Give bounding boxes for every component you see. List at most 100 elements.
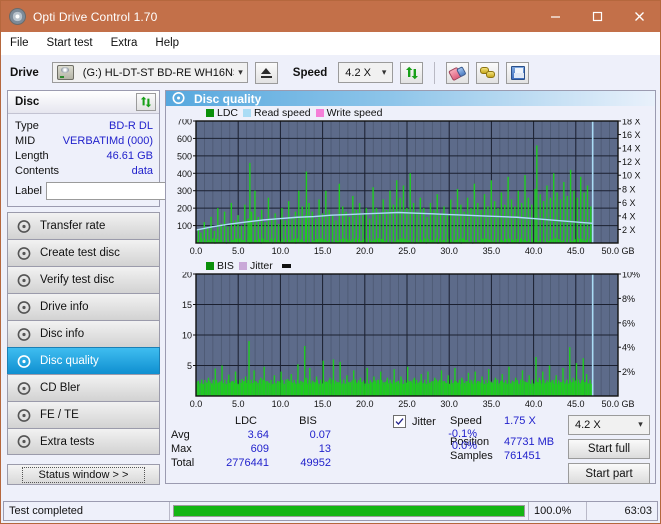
disc-icon xyxy=(17,434,32,449)
legend-swatch xyxy=(206,261,214,270)
legend-swatch xyxy=(243,108,252,117)
refresh-icon xyxy=(405,66,419,80)
sidebar-item-fe-te[interactable]: FE / TE xyxy=(7,401,160,428)
sidebar-item-verify-test-disc[interactable]: Verify test disc xyxy=(7,266,160,293)
start-part-button[interactable]: Start part xyxy=(568,463,650,484)
disc-panel-title: Disc xyxy=(15,96,40,108)
stats-ldc-avg: 3.64 xyxy=(247,429,269,441)
svg-text:10.0: 10.0 xyxy=(272,246,290,256)
minimize-icon[interactable] xyxy=(534,1,576,32)
speed-select[interactable]: 4.2 X ▾ xyxy=(338,62,394,83)
legend-item-read-speed: Read speed xyxy=(243,107,311,119)
test-controls: 4.2 X ▾ Start full Start part xyxy=(568,415,650,484)
samples-readout-value: 761451 xyxy=(504,450,541,462)
svg-text:10.0: 10.0 xyxy=(272,399,290,409)
svg-text:25.0: 25.0 xyxy=(398,246,416,256)
svg-text:8%: 8% xyxy=(622,294,635,304)
test-speed-value: 4.2 X xyxy=(575,418,601,431)
stats-header-bis: BIS xyxy=(299,415,317,427)
disc-info-rows: Type BD-R DL MID VERBATIMd (000) Length … xyxy=(8,114,250,206)
disc-icon xyxy=(17,246,32,261)
maximize-icon[interactable] xyxy=(576,1,618,32)
sidebar-item-create-test-disc[interactable]: Create test disc xyxy=(7,239,160,266)
svg-text:4 X: 4 X xyxy=(622,211,636,221)
sidebar-item-label: Create test disc xyxy=(40,247,120,259)
status-bar: Test completed 100.0% 63:03 xyxy=(3,501,658,521)
svg-text:45.0: 45.0 xyxy=(567,246,585,256)
svg-text:50.0 GB: 50.0 GB xyxy=(601,399,634,409)
svg-text:20: 20 xyxy=(182,272,192,280)
eject-icon xyxy=(260,67,272,78)
test-speed-select[interactable]: 4.2 X ▾ xyxy=(568,415,650,435)
tools-button[interactable] xyxy=(476,61,500,84)
sidebar-nav: Transfer rate Create test disc Verify te… xyxy=(7,212,161,455)
svg-text:8 X: 8 X xyxy=(622,184,636,194)
legend-label: LDC xyxy=(217,106,239,119)
svg-text:0.0: 0.0 xyxy=(190,246,203,256)
disc-row-value: data xyxy=(131,164,153,177)
svg-text:2%: 2% xyxy=(622,367,635,377)
content-header: Disc quality xyxy=(166,91,655,106)
speed-select-value: 4.2 X xyxy=(345,66,371,79)
sidebar-item-disc-info[interactable]: Disc info xyxy=(7,320,160,347)
drive-select[interactable]: (G:) HL-DT-ST BD-RE WH16NS48 1.D3 ▾ xyxy=(51,62,248,83)
legend-item-jitter: Jitter xyxy=(238,260,273,272)
chart-ldc[interactable]: 100 200 300 400 500 600 700 2 X 4 X 6 X 8 X 10 X 12 … xyxy=(166,119,655,259)
speed-readout-value: 1.75 X xyxy=(504,415,536,427)
menu-file[interactable]: File xyxy=(10,37,29,49)
progress-fill xyxy=(174,506,524,516)
svg-text:16 X: 16 X xyxy=(622,130,641,140)
status-window-label: Status window > > xyxy=(21,466,146,483)
sidebar-item-extra-tests[interactable]: Extra tests xyxy=(7,428,160,455)
disc-row-key: Contents xyxy=(15,164,60,177)
menu-extra[interactable]: Extra xyxy=(111,37,138,49)
sidebar-item-transfer-rate[interactable]: Transfer rate xyxy=(7,212,160,239)
sidebar-item-label: Transfer rate xyxy=(40,220,106,232)
disc-row-value: VERBATIMd (000) xyxy=(62,134,153,147)
chart-legend-top: LDC Read speed Write speed xyxy=(166,106,655,119)
jitter-avg: -0.1% xyxy=(448,428,477,440)
svg-text:15: 15 xyxy=(182,300,192,310)
stats-grid: LDC BIS Avg 3.64 0.07 Max 609 13 Total 2… xyxy=(171,415,401,469)
jitter-column: Jitter -0.1% 0.0% xyxy=(393,415,481,452)
jitter-checkbox[interactable] xyxy=(393,415,406,428)
svg-text:20.0: 20.0 xyxy=(356,399,374,409)
close-icon[interactable] xyxy=(618,1,660,32)
svg-text:30.0: 30.0 xyxy=(440,246,458,256)
svg-text:14 X: 14 X xyxy=(622,144,641,154)
disc-label-row: Label xyxy=(15,181,250,201)
sidebar-item-disc-quality[interactable]: Disc quality xyxy=(7,347,160,374)
refresh-button[interactable] xyxy=(400,61,424,84)
start-full-button[interactable]: Start full xyxy=(568,438,650,460)
stats-row-key: Total xyxy=(171,457,195,469)
disc-refresh-button[interactable] xyxy=(136,93,156,111)
eject-button[interactable] xyxy=(254,61,278,84)
status-message: Test completed xyxy=(4,502,170,520)
disc-row-value: 46.61 GB xyxy=(106,149,153,162)
stats-table: LDC BIS Avg 3.64 0.07 Max 609 13 Total 2… xyxy=(171,415,477,484)
menu-start-test[interactable]: Start test xyxy=(47,37,93,49)
save-button[interactable] xyxy=(506,61,530,84)
refresh-icon xyxy=(140,96,152,108)
svg-text:2 X: 2 X xyxy=(622,225,636,235)
legend-swatch xyxy=(315,108,324,117)
erase-button[interactable] xyxy=(446,61,470,84)
sidebar-item-label: Verify test disc xyxy=(40,274,115,286)
status-window-button[interactable]: Status window > > xyxy=(7,464,160,485)
sidebar-item-cd-bler[interactable]: CD Bler xyxy=(7,374,160,401)
title-bar: Opti Drive Control 1.70 xyxy=(1,1,660,32)
menu-help[interactable]: Help xyxy=(155,37,179,49)
disc-icon xyxy=(17,219,32,234)
elapsed-time: 63:03 xyxy=(624,505,652,517)
chart-bis[interactable]: 5 10 15 20 2% 4% 6% 8% 10% 0.0 5.0 10.0 15.0 20.0 25.0… xyxy=(166,272,655,412)
disc-row-mid: MID VERBATIMd (000) xyxy=(15,133,153,148)
svg-text:40.0: 40.0 xyxy=(525,399,543,409)
legend-item-write-speed: Write speed xyxy=(315,107,383,119)
legend-swatch xyxy=(238,261,247,270)
svg-text:5.0: 5.0 xyxy=(232,399,245,409)
stats-ldc-max: 609 xyxy=(250,443,269,455)
svg-text:12 X: 12 X xyxy=(622,157,641,167)
svg-text:35.0: 35.0 xyxy=(483,246,501,256)
svg-text:300: 300 xyxy=(177,186,192,196)
sidebar-item-drive-info[interactable]: Drive info xyxy=(7,293,160,320)
